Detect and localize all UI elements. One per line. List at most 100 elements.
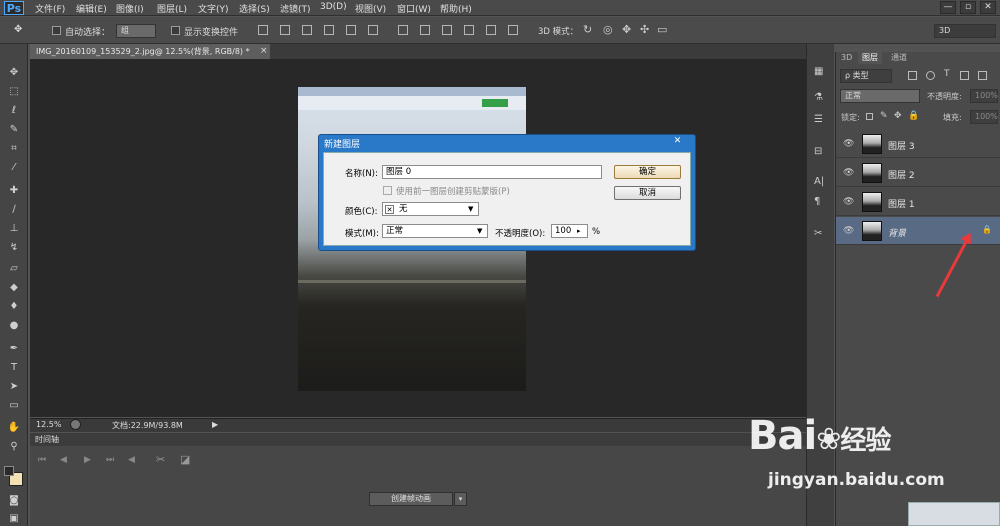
auto-select-dropdown[interactable]: 组 bbox=[116, 24, 156, 38]
align-left-icon[interactable] bbox=[324, 25, 334, 35]
tab-3d[interactable]: 3D bbox=[837, 52, 856, 64]
filter-adjust-icon[interactable] bbox=[926, 71, 935, 80]
document-tab-close-icon[interactable]: × bbox=[260, 46, 268, 56]
auto-select-checkbox[interactable] bbox=[52, 26, 61, 35]
clip-mask-checkbox[interactable] bbox=[383, 186, 392, 195]
align-bottom-icon[interactable] bbox=[302, 25, 312, 35]
document-tab[interactable]: IMG_20160109_153529_2.jpg@ 12.5%(背景, RGB… bbox=[30, 44, 270, 59]
filter-pixel-icon[interactable] bbox=[908, 71, 917, 80]
mode-dropdown[interactable]: 正常 bbox=[382, 224, 488, 238]
layer-row-3[interactable] bbox=[836, 130, 1000, 158]
brush-tool-icon[interactable]: ∕ bbox=[6, 203, 22, 217]
menu-image[interactable]: 图像(I) bbox=[116, 2, 144, 15]
bucket-tool-icon[interactable]: ◆ bbox=[6, 281, 22, 295]
timeline-dropdown-button[interactable]: ▾ bbox=[454, 492, 467, 506]
split-icon[interactable]: ✂ bbox=[156, 453, 165, 466]
menu-select[interactable]: 选择(S) bbox=[239, 2, 270, 15]
layer-name[interactable]: 图层 2 bbox=[888, 168, 915, 181]
prev-frame-icon[interactable]: ◀ bbox=[60, 455, 67, 465]
fill-field[interactable]: 100% bbox=[970, 110, 998, 124]
minimize-button[interactable]: — bbox=[940, 1, 956, 14]
3d-pan-icon[interactable]: ✥ bbox=[622, 23, 631, 36]
layer-row-2[interactable] bbox=[836, 159, 1000, 187]
healing-tool-icon[interactable]: ✚ bbox=[6, 184, 22, 198]
actions-panel-icon[interactable]: ⚗ bbox=[814, 92, 823, 103]
3d-scale-icon[interactable]: ▭ bbox=[657, 23, 667, 36]
visibility-eye-icon[interactable]: 👁 bbox=[843, 139, 854, 149]
menu-help[interactable]: 帮助(H) bbox=[440, 2, 472, 15]
menu-file[interactable]: 文件(F) bbox=[35, 2, 65, 15]
paragraph-panel-icon[interactable]: ¶ bbox=[814, 196, 820, 207]
cancel-button[interactable]: 取消 bbox=[614, 186, 681, 200]
3d-slide-icon[interactable]: ✣ bbox=[640, 23, 649, 36]
audio-icon[interactable]: ◀ bbox=[128, 455, 135, 465]
maximize-button[interactable]: ▫ bbox=[960, 1, 976, 14]
status-info-icon[interactable] bbox=[70, 419, 81, 430]
eraser-tool-icon[interactable]: ▱ bbox=[6, 262, 22, 276]
crop-tool-icon[interactable]: ⌗ bbox=[6, 142, 22, 156]
visibility-eye-icon[interactable]: 👁 bbox=[843, 226, 854, 236]
background-color-swatch[interactable] bbox=[4, 466, 14, 476]
visibility-eye-icon[interactable]: 👁 bbox=[843, 168, 854, 178]
filter-shape-icon[interactable] bbox=[960, 71, 969, 80]
transition-icon[interactable]: ◪ bbox=[180, 453, 190, 466]
align-hcenter-icon[interactable] bbox=[346, 25, 356, 35]
zoom-tool-icon[interactable]: ⚲ bbox=[6, 440, 22, 454]
play-icon[interactable]: ▶ bbox=[84, 455, 91, 465]
lock-icon[interactable]: 🔒 bbox=[982, 225, 992, 234]
next-frame-icon[interactable]: ⏭ bbox=[106, 455, 114, 465]
lasso-tool-icon[interactable]: ℓ bbox=[6, 104, 22, 118]
create-frame-animation-button[interactable]: 创建帧动画 bbox=[369, 492, 453, 506]
color-dropdown[interactable]: 无 bbox=[382, 202, 479, 216]
menu-3d[interactable]: 3D(D) bbox=[320, 2, 347, 12]
screen-mode-icon[interactable]: ▣ bbox=[6, 512, 22, 526]
lock-position-icon[interactable]: ✥ bbox=[894, 111, 902, 121]
distribute-vcenter-icon[interactable] bbox=[420, 25, 430, 35]
lock-all-icon[interactable]: 🔒 bbox=[908, 111, 919, 121]
marquee-tool-icon[interactable]: ⬚ bbox=[6, 85, 22, 99]
layer-row-1[interactable] bbox=[836, 188, 1000, 216]
move-tool-icon[interactable]: ✥ bbox=[6, 66, 22, 80]
workspace-dropdown[interactable]: 3D bbox=[934, 24, 996, 38]
zoom-level[interactable]: 12.5% bbox=[36, 420, 61, 429]
lock-transparent-icon[interactable] bbox=[866, 113, 873, 120]
pen-tool-icon[interactable]: ✒ bbox=[6, 342, 22, 356]
close-window-button[interactable]: ✕ bbox=[980, 1, 996, 14]
layer-name[interactable]: 背景 bbox=[888, 226, 906, 239]
opacity-field[interactable]: 100% bbox=[970, 89, 998, 103]
dialog-close-icon[interactable]: ✕ bbox=[669, 136, 686, 146]
blur-tool-icon[interactable]: ♦ bbox=[6, 300, 22, 314]
shape-tool-icon[interactable]: ▭ bbox=[6, 399, 22, 413]
hand-tool-icon[interactable]: ✋ bbox=[6, 421, 22, 435]
menu-view[interactable]: 视图(V) bbox=[355, 2, 386, 15]
distribute-bottom-icon[interactable] bbox=[442, 25, 452, 35]
quick-select-tool-icon[interactable]: ✎ bbox=[6, 123, 22, 137]
menu-layer[interactable]: 图层(L) bbox=[157, 2, 187, 15]
menu-type[interactable]: 文字(Y) bbox=[198, 2, 229, 15]
tool-presets-icon[interactable]: ✂ bbox=[814, 228, 822, 239]
dodge-tool-icon[interactable]: ● bbox=[6, 319, 22, 333]
stamp-tool-icon[interactable]: ⊥ bbox=[6, 222, 22, 236]
first-frame-icon[interactable]: ⏮ bbox=[38, 455, 46, 465]
distribute-right-icon[interactable] bbox=[508, 25, 518, 35]
align-right-icon[interactable] bbox=[368, 25, 378, 35]
menu-filter[interactable]: 滤镜(T) bbox=[280, 2, 311, 15]
show-transform-checkbox[interactable] bbox=[171, 26, 180, 35]
path-select-icon[interactable]: ➤ bbox=[6, 380, 22, 394]
align-vcenter-icon[interactable] bbox=[280, 25, 290, 35]
align-top-icon[interactable] bbox=[258, 25, 268, 35]
lock-pixels-icon[interactable]: ✎ bbox=[880, 111, 888, 121]
distribute-left-icon[interactable] bbox=[464, 25, 474, 35]
move-tool-icon[interactable]: ✥ bbox=[14, 24, 22, 35]
status-menu-arrow-icon[interactable]: ▶ bbox=[212, 420, 218, 429]
distribute-top-icon[interactable] bbox=[398, 25, 408, 35]
properties-panel-icon[interactable]: ⊟ bbox=[814, 146, 822, 157]
tab-layers[interactable]: 图层 bbox=[858, 52, 882, 64]
3d-rotate-icon[interactable]: ↻ bbox=[583, 23, 592, 36]
visibility-eye-icon[interactable]: 👁 bbox=[843, 197, 854, 207]
menu-window[interactable]: 窗口(W) bbox=[397, 2, 431, 15]
history-brush-icon[interactable]: ↯ bbox=[6, 241, 22, 255]
filter-type-icon[interactable]: T bbox=[944, 69, 950, 79]
type-tool-icon[interactable]: T bbox=[6, 361, 22, 375]
layer-row-background[interactable] bbox=[836, 217, 1000, 245]
